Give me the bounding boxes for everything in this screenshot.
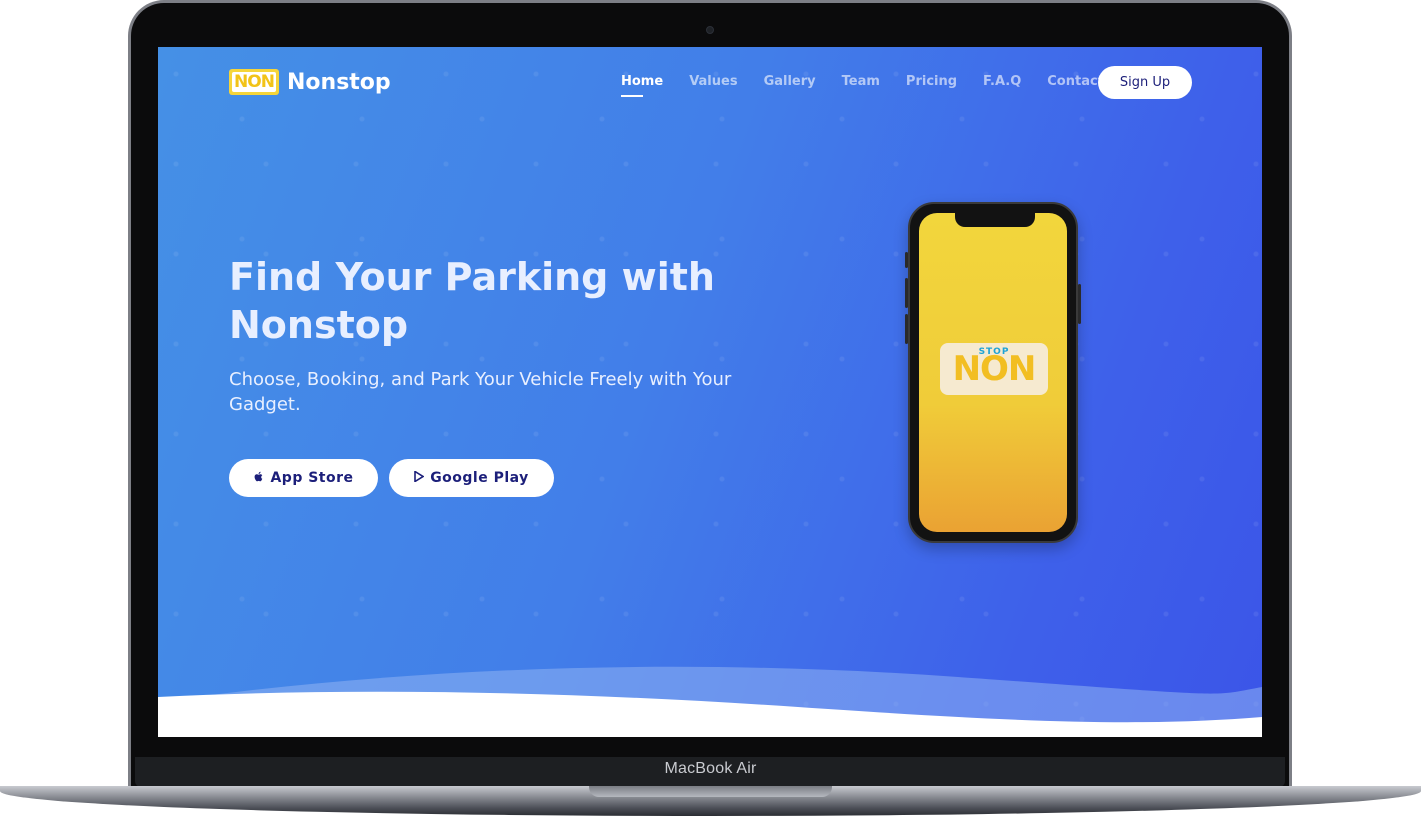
app-store-button[interactable]: App Store [229,459,378,497]
hero-wave [158,666,1262,737]
main-nav: Home Values Gallery Team Pricing F.A.Q C… [621,74,1130,97]
brand-name: Nonstop [287,69,391,95]
hero-subtitle: Choose, Booking, and Park Your Vehicle F… [229,369,732,415]
app-logo: STOP NON [940,343,1048,395]
app-store-label: App Store [270,470,354,486]
phone-notch [955,213,1035,227]
nav-item-contact[interactable]: Contact [1047,74,1104,97]
apple-icon [253,471,264,486]
nav-item-pricing[interactable]: Pricing [906,74,957,97]
nav-item-gallery[interactable]: Gallery [764,74,816,97]
laptop-notch [589,786,832,797]
nav-item-team[interactable]: Team [842,74,880,97]
phone-side-button [905,314,908,344]
app-logo-small-text: STOP [978,347,1010,357]
phone-mockup: STOP NON [905,202,1081,543]
nav-item-faq[interactable]: F.A.Q [983,74,1021,97]
google-play-label: Google Play [430,470,529,486]
phone-side-button [1078,284,1081,324]
phone-side-button [905,252,908,268]
logo-badge-text: NON [232,72,276,92]
signup-button[interactable]: Sign Up [1098,66,1192,99]
brand-logo[interactable]: NON Nonstop [229,69,391,95]
google-play-button[interactable]: Google Play [389,459,554,497]
play-icon [414,470,425,485]
nav-item-values[interactable]: Values [689,74,737,97]
browser-screen: NON Nonstop Home Values Gallery Team Pri… [158,47,1262,737]
camera-icon [706,26,714,34]
laptop-model-label: MacBook Air [664,760,757,777]
hero-title: Find Your Parking with Nonstop [229,255,715,347]
logo-badge: NON [229,69,279,95]
phone-side-button [905,278,908,308]
phone-screen: STOP NON [919,213,1067,532]
nav-item-home[interactable]: Home [621,74,663,97]
